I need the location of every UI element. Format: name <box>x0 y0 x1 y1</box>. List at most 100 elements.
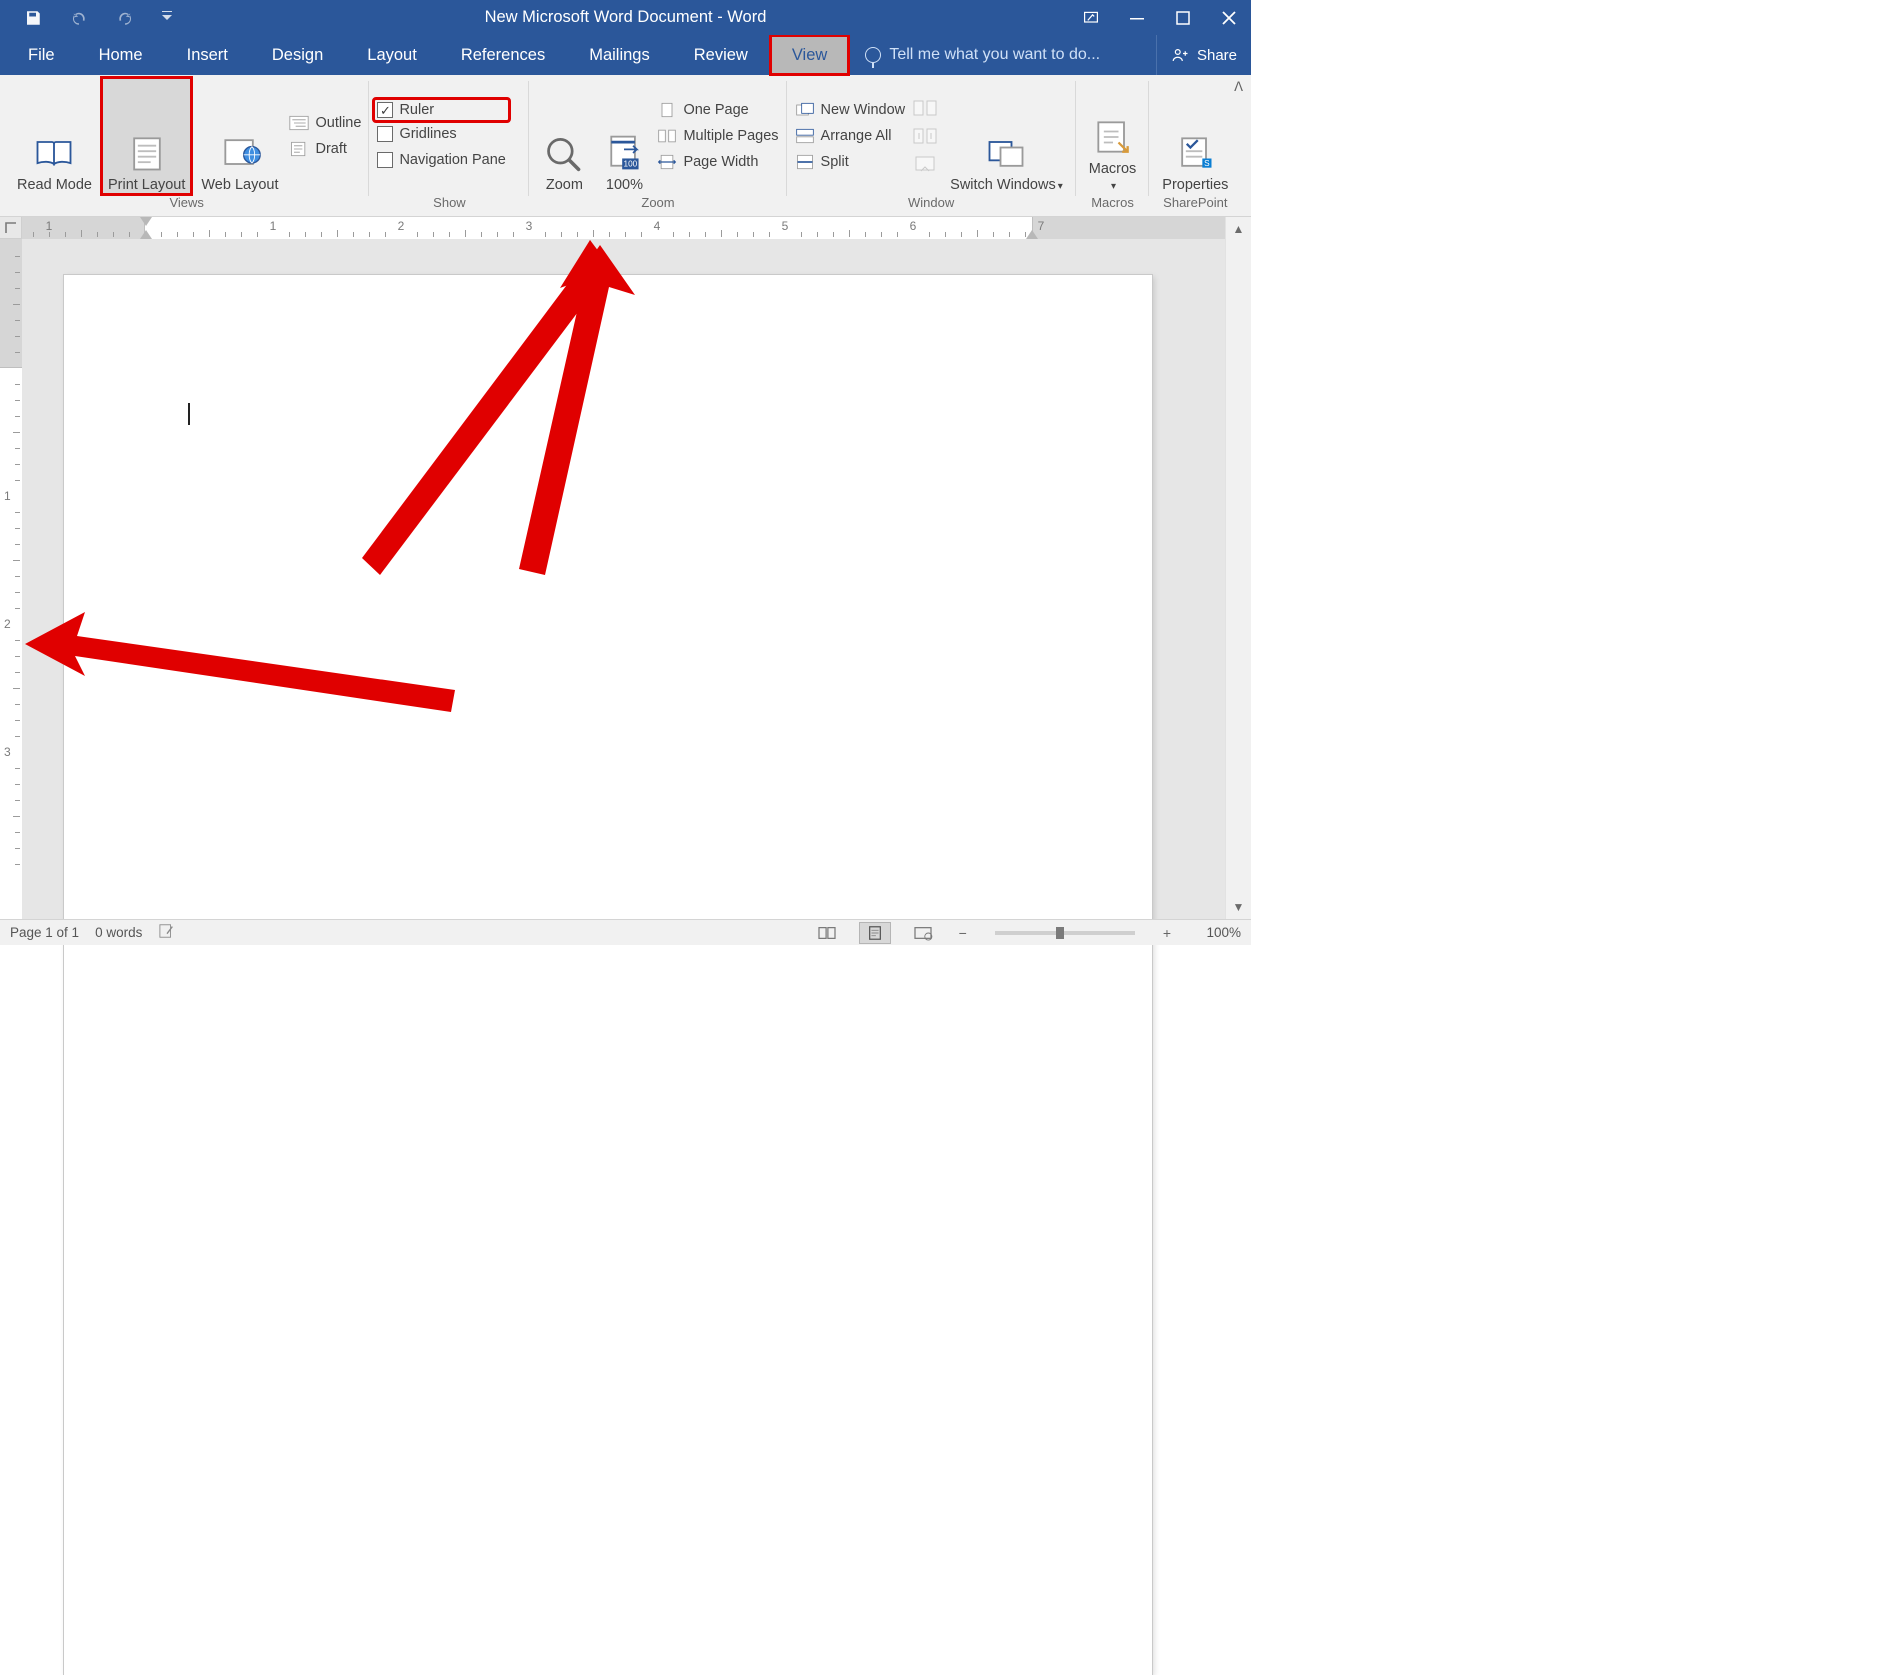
tab-design[interactable]: Design <box>250 35 345 75</box>
split-icon <box>795 154 815 170</box>
multiple-pages-button[interactable]: Multiple Pages <box>655 124 780 148</box>
zoom-slider[interactable] <box>995 931 1135 935</box>
right-indent-marker[interactable] <box>1026 230 1038 239</box>
scroll-up-icon[interactable]: ▲ <box>1226 217 1251 241</box>
ribbon: Read Mode Print Layout Web Layout Outlin… <box>0 75 1251 217</box>
page-width-label: Page Width <box>683 154 758 170</box>
outline-label: Outline <box>315 115 361 131</box>
tab-layout[interactable]: Layout <box>345 35 439 75</box>
zoom-in-button[interactable]: + <box>1159 925 1175 941</box>
print-layout-label: Print Layout <box>108 177 185 194</box>
tell-me-search[interactable]: Tell me what you want to do... <box>849 35 1100 75</box>
group-label-sharepoint: SharePoint <box>1155 195 1235 213</box>
page-width-icon <box>657 154 677 170</box>
share-button[interactable]: Share <box>1156 35 1251 75</box>
zoom-percent[interactable]: 100% <box>1191 925 1241 940</box>
print-layout-button[interactable]: Print Layout <box>101 77 192 195</box>
draft-icon <box>289 141 309 157</box>
ribbon-tabs: File Home Insert Design Layout Reference… <box>0 35 1251 75</box>
vertical-scrollbar[interactable]: ▲ ▼ <box>1225 217 1251 919</box>
ribbon-display-options-icon[interactable] <box>1083 10 1099 26</box>
lightbulb-icon <box>865 47 881 63</box>
macros-label: Macros▾ <box>1089 161 1137 194</box>
draft-label: Draft <box>315 141 346 157</box>
tab-file[interactable]: File <box>0 35 77 75</box>
title-bar: New Microsoft Word Document - Word <box>0 0 1251 35</box>
web-layout-view-icon[interactable] <box>907 922 939 944</box>
view-side-by-side-icon[interactable] <box>913 99 937 117</box>
tab-references[interactable]: References <box>439 35 567 75</box>
first-line-indent-marker[interactable] <box>140 217 152 226</box>
zoom-button[interactable]: Zoom <box>535 77 593 195</box>
new-window-icon <box>795 102 815 118</box>
draft-button[interactable]: Draft <box>287 137 363 161</box>
qat-customize-icon[interactable] <box>162 9 172 27</box>
window-buttons <box>1083 10 1245 26</box>
tab-insert[interactable]: Insert <box>165 35 250 75</box>
maximize-icon[interactable] <box>1175 10 1191 26</box>
group-show: Ruler Gridlines Navigation Pane Show <box>369 75 529 216</box>
share-icon <box>1171 46 1189 64</box>
status-bar: Page 1 of 1 0 words − + 100% <box>0 919 1251 945</box>
multiple-pages-icon <box>657 128 677 144</box>
zoom-out-button[interactable]: − <box>955 925 971 941</box>
svg-text:100: 100 <box>624 160 638 169</box>
tab-view[interactable]: View <box>770 35 849 75</box>
read-mode-button[interactable]: Read Mode <box>10 77 99 195</box>
group-label-macros: Macros <box>1082 195 1144 213</box>
tab-home[interactable]: Home <box>77 35 165 75</box>
status-page[interactable]: Page 1 of 1 <box>10 925 79 940</box>
switch-windows-label: Switch Windows▾ <box>950 177 1063 194</box>
gridlines-checkbox[interactable]: Gridlines <box>375 122 507 146</box>
arrange-all-button[interactable]: Arrange All <box>793 124 908 148</box>
sync-scroll-icon[interactable] <box>913 127 937 145</box>
redo-icon[interactable] <box>116 9 134 27</box>
window-extra-buttons <box>909 77 941 195</box>
group-label-views: Views <box>10 195 363 213</box>
page-width-button[interactable]: Page Width <box>655 150 780 174</box>
gridlines-check-icon <box>377 126 393 142</box>
ruler-checkbox[interactable]: Ruler <box>375 100 507 120</box>
tab-mailings[interactable]: Mailings <box>567 35 672 75</box>
undo-icon[interactable] <box>70 9 88 27</box>
close-icon[interactable] <box>1221 10 1237 26</box>
read-mode-label: Read Mode <box>17 177 92 194</box>
group-macros: Macros▾ Macros <box>1076 75 1150 216</box>
web-layout-button[interactable]: Web Layout <box>194 77 285 195</box>
new-window-button[interactable]: New Window <box>793 98 908 122</box>
save-icon[interactable] <box>24 9 42 27</box>
tell-me-placeholder: Tell me what you want to do... <box>889 46 1100 64</box>
svg-text:S: S <box>1205 159 1211 168</box>
navpane-label: Navigation Pane <box>399 152 505 168</box>
horizontal-ruler[interactable]: 11234567 <box>22 217 1225 239</box>
tab-review[interactable]: Review <box>672 35 770 75</box>
spellcheck-icon[interactable] <box>158 923 176 942</box>
print-layout-view-icon[interactable] <box>859 922 891 944</box>
hundred-percent-button[interactable]: 100 100% <box>595 77 653 195</box>
properties-label: Properties <box>1162 177 1228 194</box>
scroll-down-icon[interactable]: ▼ <box>1226 895 1251 919</box>
status-words[interactable]: 0 words <box>95 925 142 940</box>
hundred-label: 100% <box>606 177 643 194</box>
window-title: New Microsoft Word Document - Word <box>0 8 1251 27</box>
outline-button[interactable]: Outline <box>287 111 363 135</box>
read-mode-view-icon[interactable] <box>811 922 843 944</box>
group-window: New Window Arrange All Split Switch Wind… <box>787 75 1076 216</box>
vertical-ruler[interactable]: 123 <box>0 239 22 919</box>
gridlines-label: Gridlines <box>399 126 456 142</box>
split-button[interactable]: Split <box>793 150 908 174</box>
switch-windows-button[interactable]: Switch Windows▾ <box>943 77 1070 195</box>
ruler-corner[interactable] <box>0 217 22 239</box>
quick-access-toolbar <box>6 9 172 27</box>
arrange-all-icon <box>795 128 815 144</box>
group-label-show: Show <box>375 195 523 213</box>
reset-window-icon[interactable] <box>913 155 937 173</box>
properties-button[interactable]: S Properties <box>1155 77 1235 195</box>
one-page-button[interactable]: One Page <box>655 98 780 122</box>
navpane-checkbox[interactable]: Navigation Pane <box>375 148 507 172</box>
macros-button[interactable]: Macros▾ <box>1082 77 1144 195</box>
hanging-indent-marker[interactable] <box>140 230 152 239</box>
annotation-arrow-horizontal <box>25 604 455 714</box>
minimize-icon[interactable] <box>1129 10 1145 26</box>
group-views: Read Mode Print Layout Web Layout Outlin… <box>4 75 369 216</box>
